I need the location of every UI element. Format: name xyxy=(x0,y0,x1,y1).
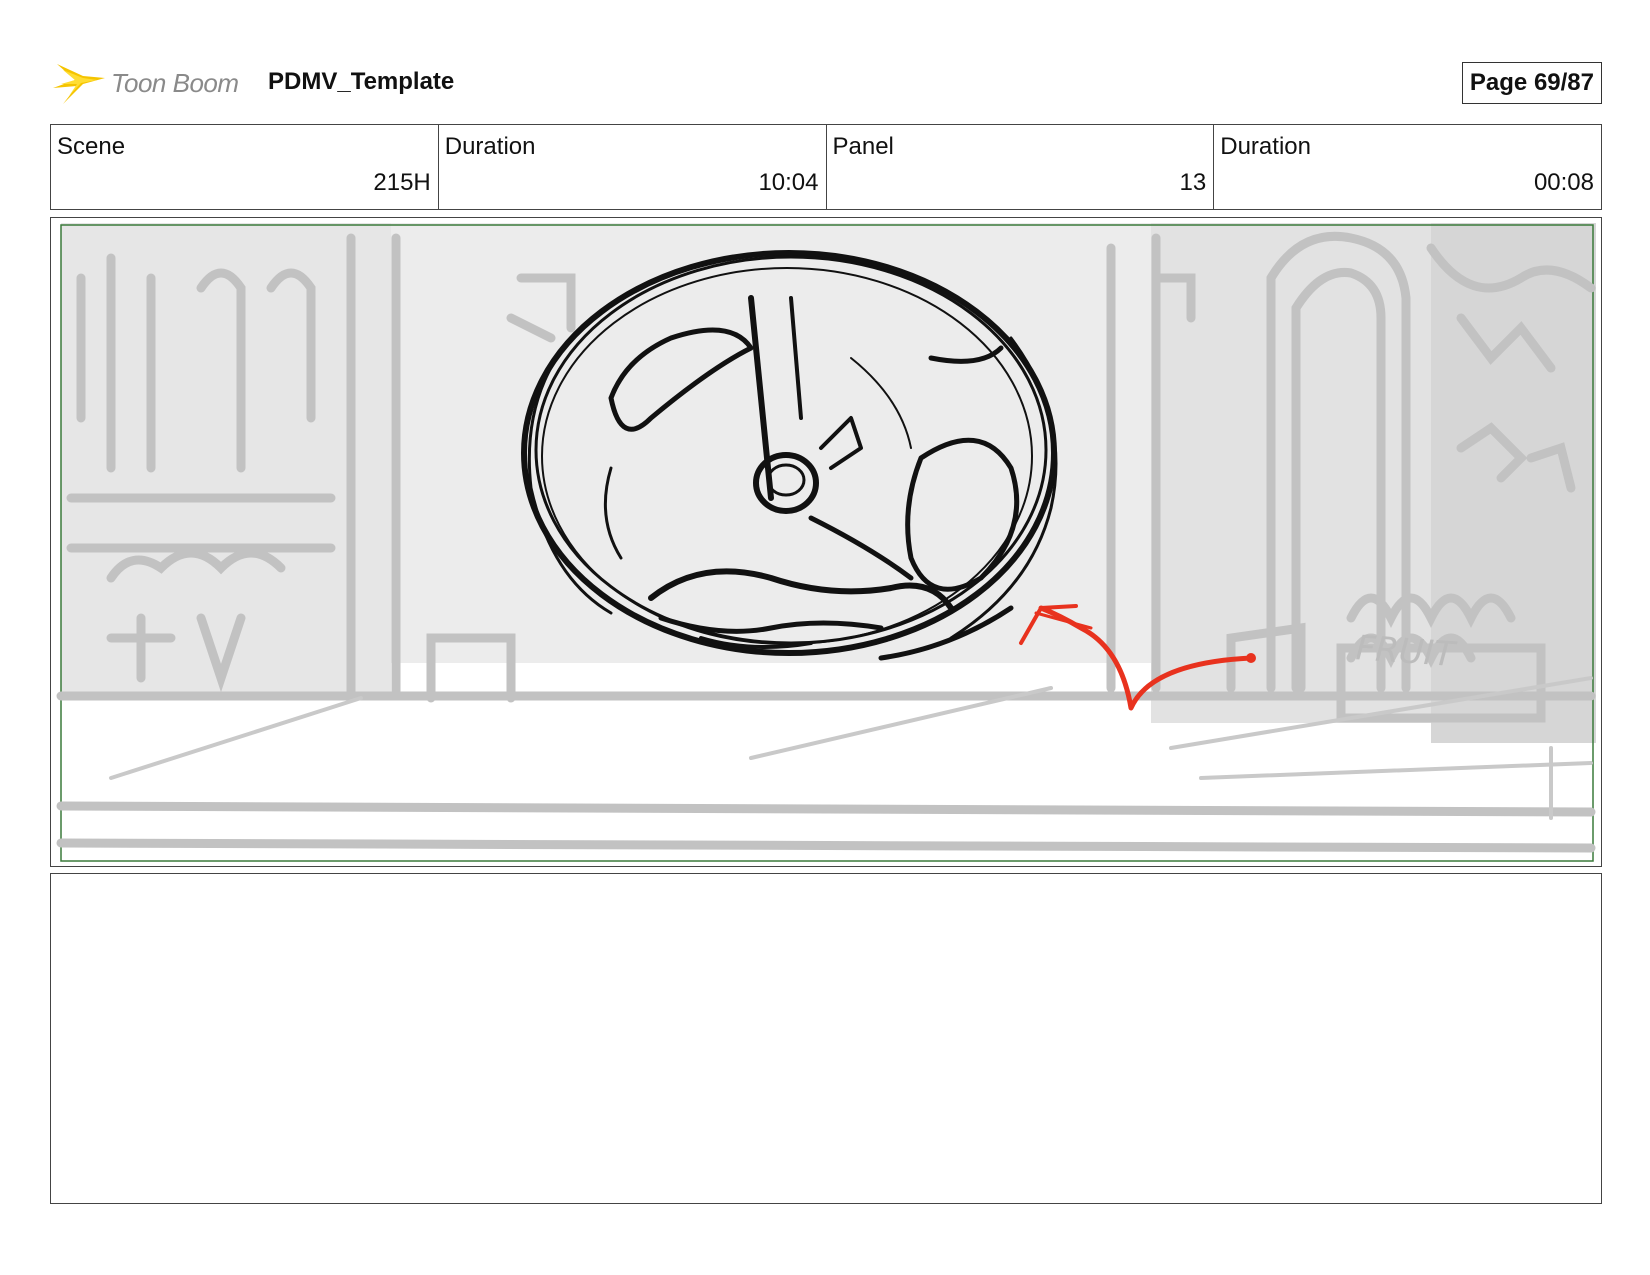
scene-value: 215H xyxy=(373,169,431,196)
scene-label: Scene xyxy=(57,133,126,160)
storyboard-panel-image: FRUIT xyxy=(50,217,1602,867)
scene-duration-label: Duration xyxy=(444,133,536,160)
toon-boom-logo: Toon Boom xyxy=(53,58,253,106)
page-header: Toon Boom PDMV_Template Page 69/87 xyxy=(50,56,1602,106)
panel-duration-label: Duration xyxy=(1220,133,1311,160)
panel-duration-value: 00:08 xyxy=(1533,169,1594,196)
panel-duration-cell: Duration 00:08 xyxy=(1214,125,1601,209)
scene-duration-cell: Duration 10:04 xyxy=(439,125,827,209)
scene-cell: Scene 215H xyxy=(51,125,439,209)
logo-text: Toon Boom xyxy=(111,68,239,98)
fruit-sign-text: FRUIT xyxy=(1354,628,1458,675)
logo-burst-icon xyxy=(53,64,105,104)
panel-info-table: Scene 215H Duration 10:04 Panel 13 Durat… xyxy=(50,124,1602,210)
page-number: Page 69/87 xyxy=(1461,62,1602,104)
panel-value: 13 xyxy=(1179,169,1207,196)
storyboard-sketch: FRUIT xyxy=(56,223,1596,862)
panel-label: Panel xyxy=(832,133,894,160)
document-title: PDMV_Template xyxy=(268,68,455,95)
scene-duration-value: 10:04 xyxy=(758,169,819,196)
panel-notes-box xyxy=(50,873,1602,1204)
panel-cell: Panel 13 xyxy=(827,125,1215,209)
